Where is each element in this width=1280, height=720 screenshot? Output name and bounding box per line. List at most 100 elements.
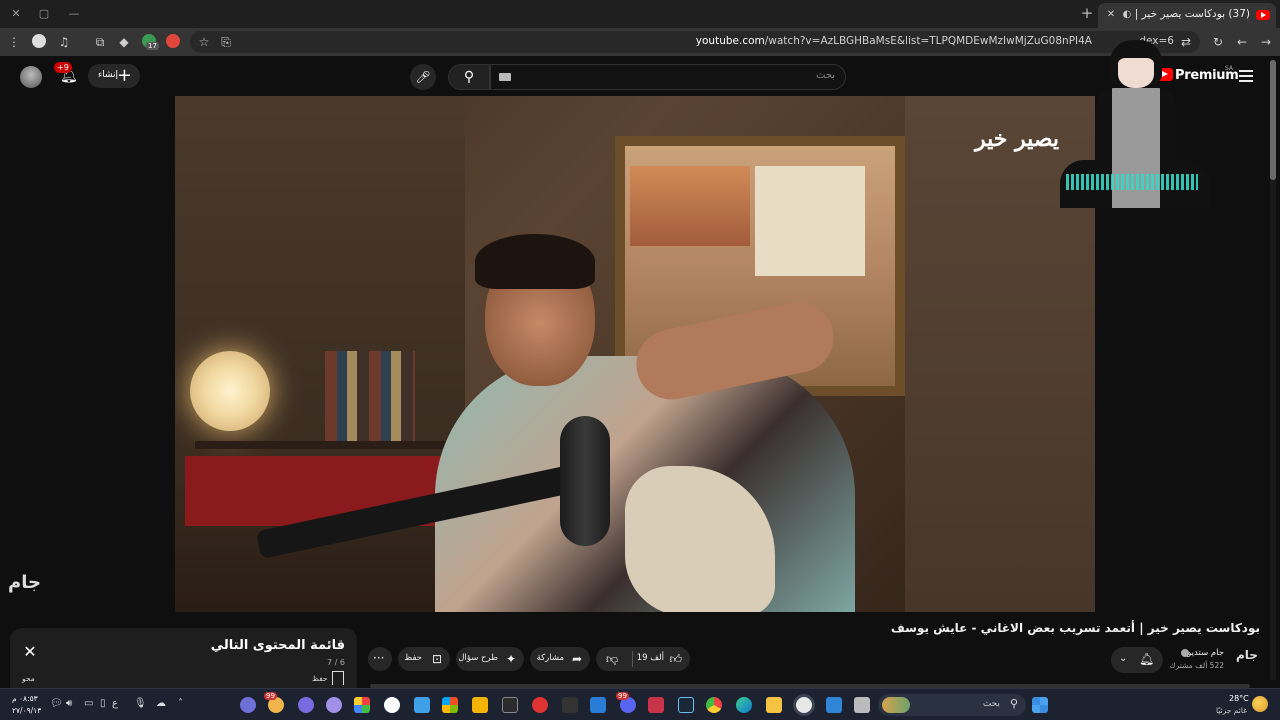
weather-sun-icon[interactable] — [1252, 696, 1268, 712]
playlist-title: قائمة المحتوى التالي — [210, 638, 345, 653]
back-arrow-icon[interactable]: ← — [1234, 34, 1250, 50]
scene-sketch — [755, 166, 865, 276]
media-control-icon[interactable]: ♫ — [56, 34, 72, 50]
dislike-button[interactable]: 👎︎ — [596, 647, 632, 671]
browser-menu-icon[interactable]: ⋮ — [6, 34, 22, 50]
playlist-clear-label[interactable]: محو — [22, 674, 35, 683]
app-file-explorer-icon[interactable] — [766, 697, 782, 713]
app-task-view-icon[interactable] — [854, 697, 870, 713]
extensions-puzzle-icon[interactable]: ⧉ — [92, 34, 108, 50]
taskbar-search-icon: ⚲ — [1009, 697, 1018, 710]
app-epic-icon[interactable] — [502, 697, 518, 713]
app-chrome-icon[interactable] — [706, 697, 722, 713]
network-icon[interactable]: ▭ — [84, 698, 93, 709]
app-microsoft-icon[interactable] — [442, 697, 458, 713]
keyboard-icon[interactable] — [499, 73, 511, 81]
app-mail-icon[interactable] — [590, 697, 606, 713]
language-indicator[interactable]: ع — [112, 698, 118, 709]
app-edge-icon[interactable] — [736, 697, 752, 713]
app-dark-icon[interactable] — [562, 697, 578, 713]
app-store-icon[interactable] — [826, 697, 842, 713]
create-button[interactable]: إنشاء + — [88, 64, 140, 88]
scene-shelf — [195, 441, 455, 449]
weather-description[interactable]: غائم جزئيًا — [1216, 706, 1247, 715]
page-scrollbar[interactable] — [1270, 60, 1276, 680]
new-tab-button[interactable]: + — [1078, 4, 1096, 22]
extension-profile-icon[interactable] — [32, 34, 46, 48]
vtuber-jacket — [1096, 88, 1176, 208]
extension-red-icon[interactable] — [166, 34, 180, 48]
weather-temperature[interactable]: 28°C — [1229, 694, 1249, 703]
maximize-button[interactable]: ▢ — [34, 4, 54, 24]
audio-wave-icon — [1066, 174, 1198, 190]
playlist-close-icon[interactable]: ✕ — [20, 642, 40, 662]
voice-search-mic-icon[interactable]: 🎤︎ — [410, 64, 436, 90]
tab-close-icon[interactable]: ✕ — [1104, 8, 1118, 22]
reload-icon[interactable]: ↻ — [1210, 34, 1226, 50]
show-hidden-icons-chevron-icon[interactable]: ˄ — [178, 698, 183, 709]
app-u-icon[interactable] — [384, 697, 400, 713]
minimize-button[interactable]: — — [64, 4, 84, 24]
app-steam-icon[interactable] — [678, 697, 694, 713]
clock-date[interactable]: ٢٧/٠٩/١٣ — [12, 706, 41, 715]
onedrive-icon[interactable]: ☁ — [156, 698, 166, 709]
battery-icon[interactable]: ▯ — [100, 698, 106, 709]
youtube-favicon-icon — [1256, 10, 1270, 20]
app-yellow-icon[interactable] — [472, 697, 488, 713]
search-input[interactable]: بحث — [490, 64, 846, 90]
scene-person-hair — [475, 234, 595, 289]
scene-painting — [630, 166, 750, 246]
app-purple-icon[interactable] — [326, 697, 342, 713]
ask-label: طرح سؤال — [458, 653, 498, 663]
vtuber-overlay — [1060, 40, 1210, 208]
notification-badge: +9 — [54, 62, 72, 73]
browser-titlebar: — ▢ ✕ + ✕ ◐ (37) بودكاست يصير خير | أتـ — [0, 0, 1280, 28]
browser-tab-active[interactable]: ✕ ◐ (37) بودكاست يصير خير | أتـ — [1098, 3, 1276, 28]
app-blue-icon[interactable] — [414, 697, 430, 713]
like-button[interactable]: 👍︎ 19 ألف — [634, 647, 690, 671]
address-bar[interactable]: ☆ ⎘ youtube.com/watch?v=AzLBGHBaMsE&list… — [190, 31, 1200, 53]
mic-tray-icon[interactable]: 🎙︎ — [134, 698, 147, 709]
account-avatar[interactable] — [20, 66, 42, 88]
clock-time[interactable]: ٠٨:٥٣ م — [12, 694, 38, 703]
subscribed-button[interactable]: 🔔︎ ⌄ — [1111, 647, 1163, 673]
tab-title: (37) بودكاست يصير خير | أتـ — [1132, 8, 1250, 20]
ask-button[interactable]: ✦ طرح سؤال — [456, 647, 524, 671]
app-badge-b: 99 — [616, 692, 629, 700]
extension-badge: 17 — [146, 42, 159, 50]
url-text[interactable]: youtube.com/watch?v=AzLBGHBaMsE&list=TLP… — [696, 35, 1092, 47]
guide-menu-icon[interactable] — [1239, 70, 1253, 82]
save-button[interactable]: ⊡ حفظ — [398, 647, 450, 671]
share-arrow-icon: ➦ — [571, 652, 582, 666]
chat-tray-icon[interactable]: 💬︎ — [50, 698, 63, 709]
thumbs-down-icon: 👎︎ — [606, 652, 619, 666]
bell-icon: 🔔︎ — [1139, 652, 1155, 666]
scrollbar-thumb[interactable] — [1270, 60, 1276, 180]
forward-arrow-icon[interactable]: → — [1258, 34, 1274, 50]
taskbar-search[interactable]: بحث ⚲ — [878, 694, 1026, 716]
bookmark-star-icon[interactable]: ☆ — [196, 34, 212, 50]
volume-icon[interactable]: 🔊︎ — [66, 698, 72, 709]
windows-start-icon[interactable] — [1032, 697, 1048, 713]
channel-avatar[interactable]: جام — [1236, 648, 1258, 668]
playlist-bookmark-icon[interactable] — [332, 671, 344, 685]
app-obs-icon[interactable] — [240, 697, 256, 713]
video-player[interactable]: يصير خير — [175, 96, 1095, 612]
more-actions-button[interactable]: ··· — [368, 647, 392, 671]
app-discord-alt-icon[interactable] — [298, 697, 314, 713]
playlist-save-label[interactable]: حفظ — [312, 674, 328, 683]
app-a-icon[interactable] — [648, 697, 664, 713]
search-icon[interactable]: ⚲ — [448, 64, 490, 90]
more-dots-icon: ··· — [373, 651, 385, 665]
channel-watermark[interactable]: جام — [8, 572, 41, 593]
window-close-icon[interactable]: ✕ — [6, 4, 26, 24]
chevron-down-icon: ⌄ — [1119, 653, 1128, 664]
app-chrome-alt-icon[interactable] — [354, 697, 370, 713]
app-red-circle-icon[interactable] — [532, 697, 548, 713]
vtuber-face — [1118, 58, 1154, 88]
install-app-icon[interactable]: ⎘ — [218, 34, 234, 50]
extension-diamond-icon[interactable]: ◆ — [116, 34, 132, 50]
share-button[interactable]: ➦ مشاركة — [530, 647, 590, 671]
app-active-browser-icon[interactable] — [796, 697, 812, 713]
channel-name[interactable]: جام ستديو — [1187, 648, 1224, 658]
